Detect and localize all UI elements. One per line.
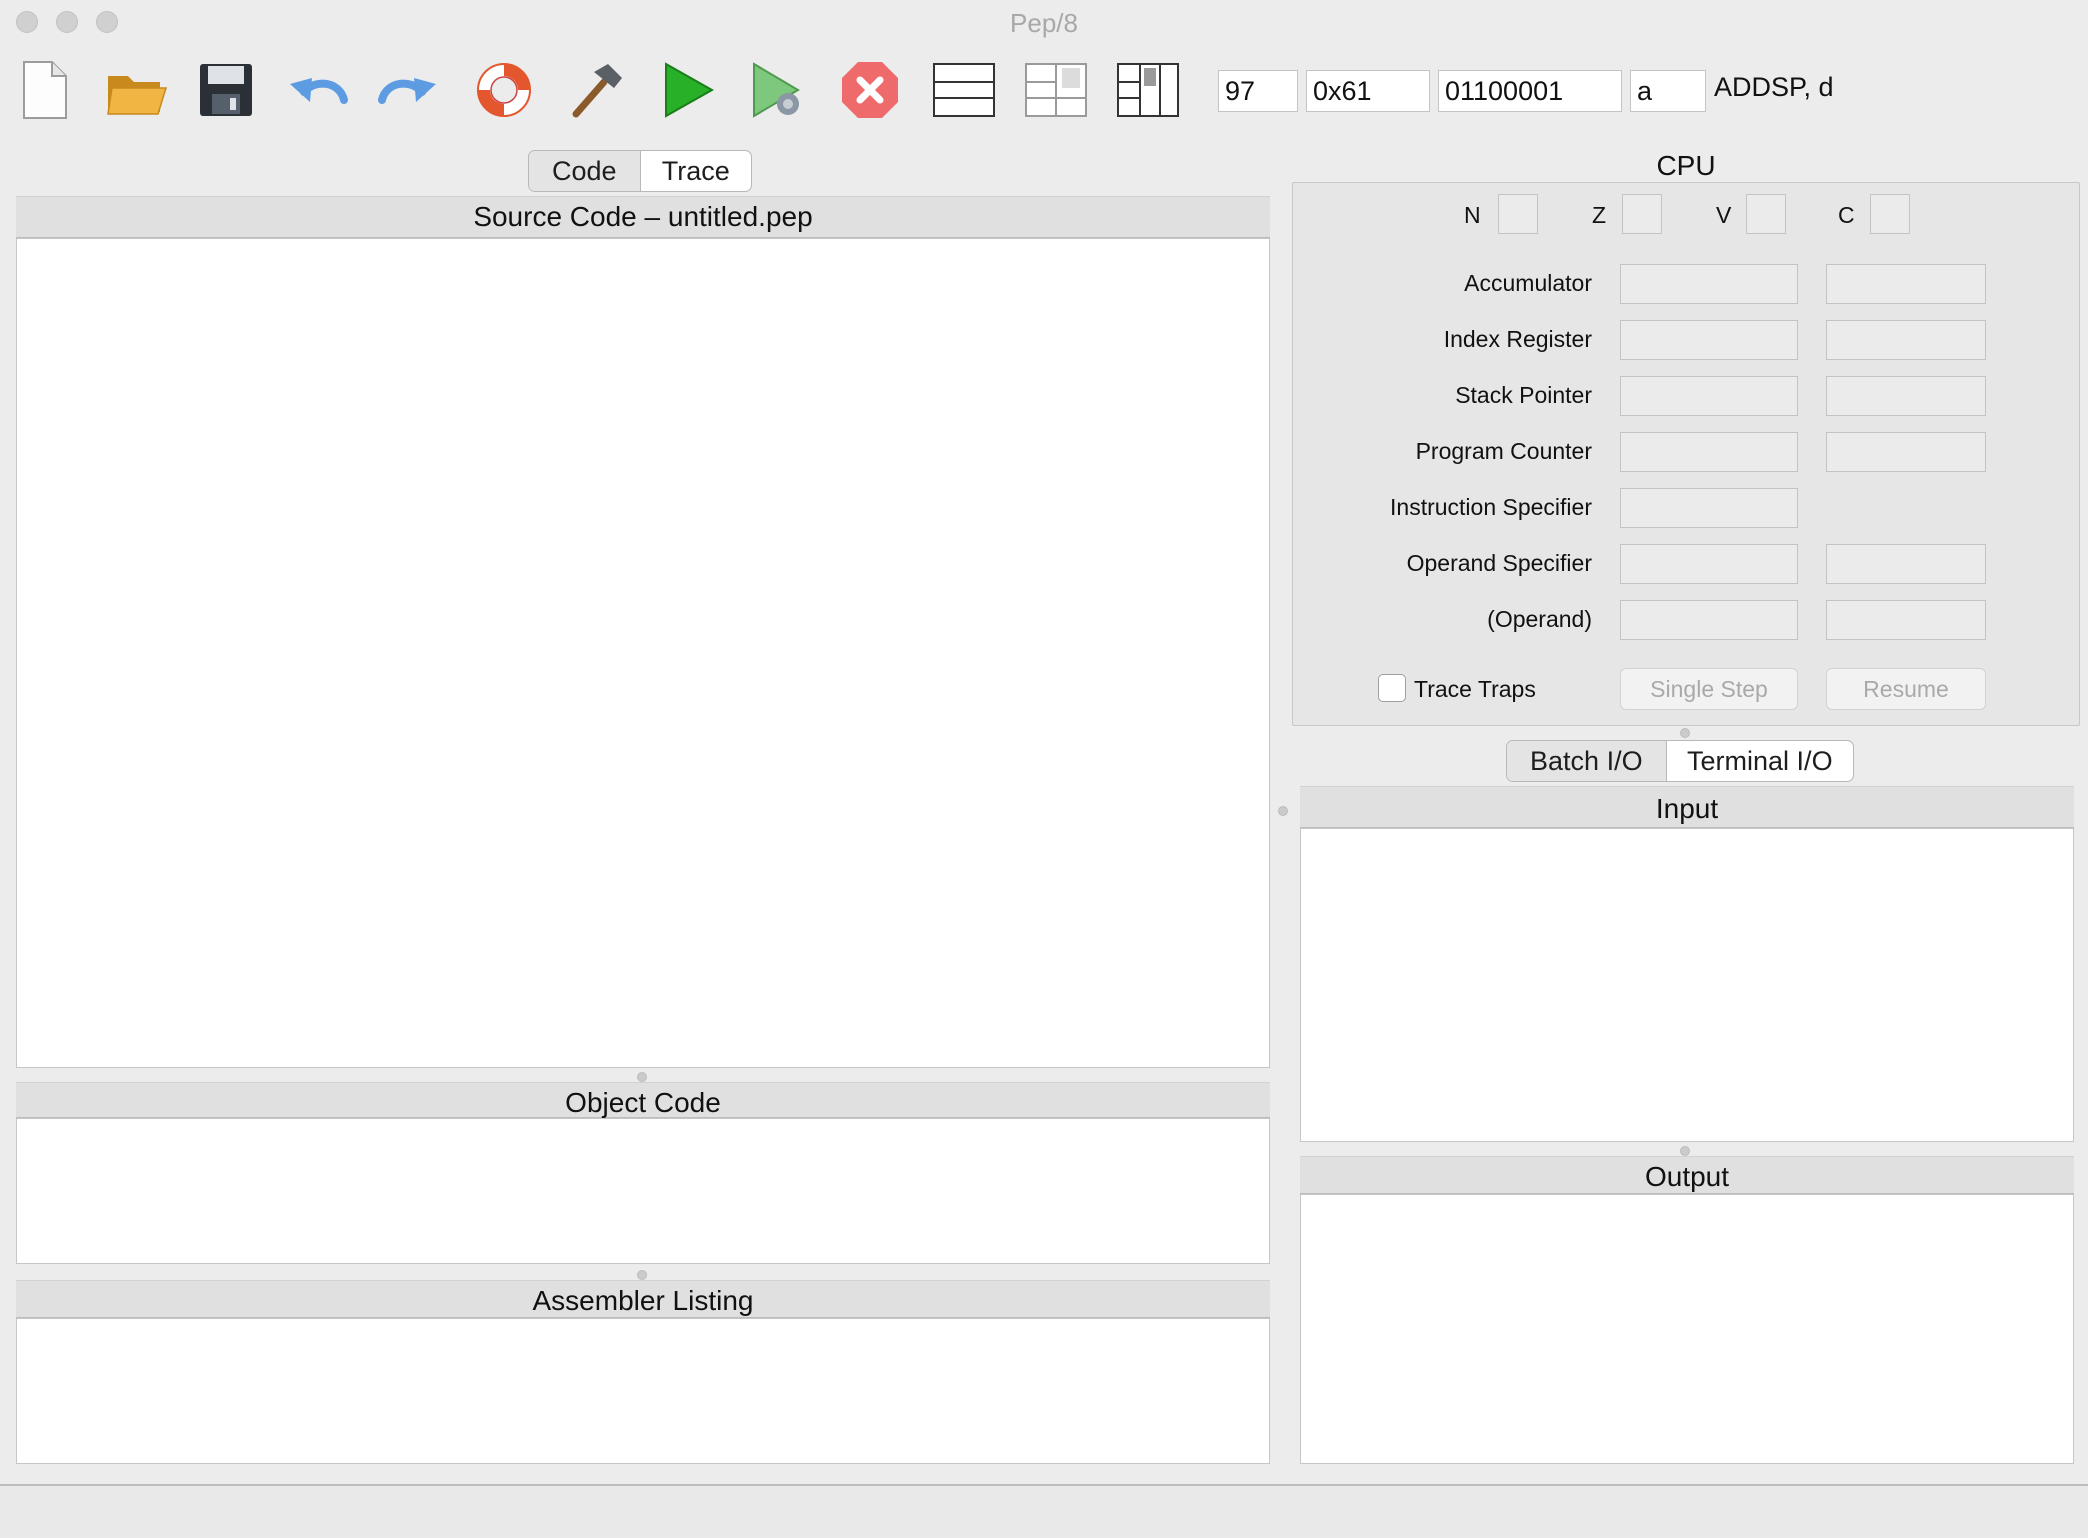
stack-pointer-dec-field	[1826, 376, 1986, 416]
hex-converter-field[interactable]: 0x61	[1306, 70, 1430, 112]
source-code-header: Source Code – untitled.pep	[16, 196, 1270, 238]
tab-trace[interactable]: Trace	[641, 151, 752, 191]
code-only-layout-button[interactable]	[930, 56, 998, 124]
assemble-button[interactable]	[562, 56, 630, 124]
operand-label: (Operand)	[1487, 606, 1592, 632]
code-cpu-memory-layout-button[interactable]	[1114, 56, 1182, 124]
flag-n-label: N	[1464, 202, 1481, 228]
index-register-dec-field	[1826, 320, 1986, 360]
build-hammer-icon	[572, 64, 622, 118]
new-file-button[interactable]	[10, 56, 78, 124]
stack-pointer-label: Stack Pointer	[1455, 382, 1592, 408]
mnemonic-label: ADDSP, d	[1714, 72, 1834, 102]
layout-code-memory-icon	[1117, 63, 1179, 117]
flag-z-field	[1622, 194, 1662, 234]
open-folder-icon	[107, 76, 168, 115]
stack-pointer-hex-field	[1620, 376, 1798, 416]
source-code-editor[interactable]	[16, 238, 1270, 1068]
tab-code[interactable]: Code	[529, 151, 641, 191]
index-register-label: Index Register	[1443, 326, 1592, 352]
tab-terminal-io[interactable]: Terminal I/O	[1667, 741, 1853, 781]
program-counter-hex-field	[1620, 432, 1798, 472]
save-disk-icon	[200, 64, 252, 116]
undo-arrow-icon	[290, 78, 348, 104]
redo-arrow-icon	[378, 78, 436, 104]
cpu-title: CPU	[1656, 150, 1716, 181]
instruction-specifier-label: Instruction Specifier	[1390, 494, 1592, 520]
input-textarea[interactable]	[1300, 828, 2074, 1142]
trace-traps-checkbox[interactable]	[1378, 674, 1406, 702]
input-header: Input	[1300, 786, 2074, 828]
single-step-button[interactable]: Single Step	[1620, 668, 1798, 710]
status-bar	[0, 1484, 2088, 1538]
splitter-handle[interactable]	[1680, 728, 1690, 738]
run-play-icon	[665, 62, 715, 118]
flag-z-label: Z	[1592, 202, 1607, 228]
stop-debugging-button[interactable]	[836, 56, 904, 124]
accumulator-dec-field	[1826, 264, 1986, 304]
vertical-splitter-handle[interactable]	[1278, 806, 1288, 816]
open-file-button[interactable]	[102, 56, 170, 124]
redo-button[interactable]	[374, 56, 442, 124]
save-button[interactable]	[192, 56, 260, 124]
assembler-listing-view[interactable]	[16, 1318, 1270, 1464]
flag-c-label: C	[1838, 202, 1855, 228]
code-trace-tabs: Code Trace	[528, 150, 752, 192]
io-tabs: Batch I/O Terminal I/O	[1506, 740, 1854, 782]
stop-icon	[842, 62, 898, 118]
program-counter-dec-field	[1826, 432, 1986, 472]
operand-specifier-hex-field	[1620, 544, 1798, 584]
object-code-editor[interactable]	[16, 1118, 1270, 1264]
code-trace-layout-button[interactable]	[1022, 56, 1090, 124]
undo-button[interactable]	[284, 56, 352, 124]
flag-v-field	[1746, 194, 1786, 234]
tab-batch-io[interactable]: Batch I/O	[1507, 741, 1667, 781]
resume-button[interactable]: Resume	[1826, 668, 1986, 710]
operand-specifier-dec-field	[1826, 544, 1986, 584]
layout-code-only-icon	[933, 63, 995, 117]
decimal-converter-field[interactable]: 97	[1218, 70, 1298, 112]
splitter-handle[interactable]	[637, 1072, 647, 1082]
layout-code-trace-icon	[1025, 63, 1087, 117]
operand-specifier-label: Operand Specifier	[1406, 550, 1592, 576]
char-converter-field[interactable]: a	[1630, 70, 1706, 112]
splitter-handle[interactable]	[637, 1270, 647, 1280]
object-code-header: Object Code	[16, 1082, 1270, 1118]
splitter-handle[interactable]	[1680, 1146, 1690, 1156]
run-button[interactable]	[652, 56, 720, 124]
output-header: Output	[1300, 1156, 2074, 1194]
index-register-hex-field	[1620, 320, 1798, 360]
window-title: Pep/8	[1010, 8, 1078, 38]
accumulator-hex-field	[1620, 264, 1798, 304]
output-textarea[interactable]	[1300, 1194, 2074, 1464]
program-counter-label: Program Counter	[1415, 438, 1592, 464]
operand-dec-field	[1826, 600, 1986, 640]
help-button[interactable]	[470, 56, 538, 124]
flag-n-field	[1498, 194, 1538, 234]
operand-hex-field	[1620, 600, 1798, 640]
help-lifebuoy-icon	[477, 63, 531, 117]
assembler-listing-header: Assembler Listing	[16, 1280, 1270, 1318]
debug-play-icon	[753, 62, 800, 118]
flag-v-label: V	[1716, 202, 1732, 228]
accumulator-label: Accumulator	[1464, 270, 1592, 296]
start-debugging-button[interactable]	[742, 56, 810, 124]
new-file-icon	[23, 61, 67, 119]
flag-c-field	[1870, 194, 1910, 234]
instruction-specifier-field	[1620, 488, 1798, 528]
binary-converter-field[interactable]: 01100001	[1438, 70, 1622, 112]
trace-traps-label: Trace Traps	[1414, 676, 1536, 702]
